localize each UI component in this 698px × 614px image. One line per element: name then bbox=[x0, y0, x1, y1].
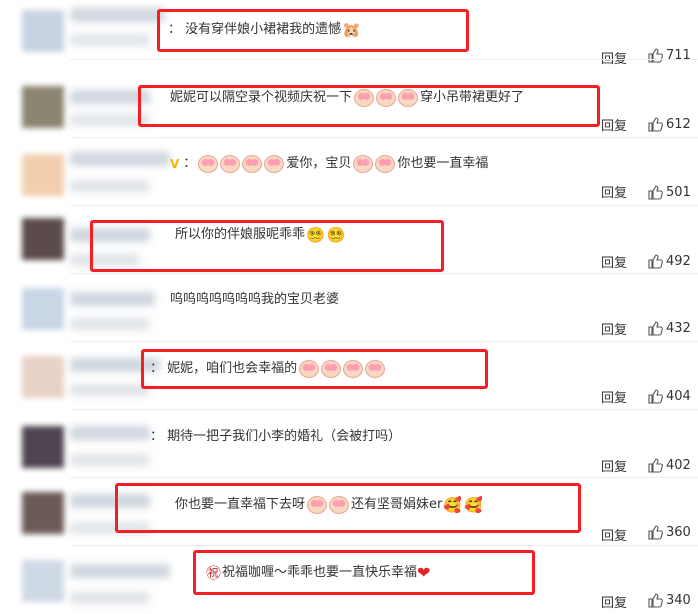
thumbs-up-icon bbox=[648, 48, 663, 63]
username-blurred[interactable] bbox=[70, 564, 170, 578]
like-button[interactable]: 402 bbox=[648, 458, 691, 473]
meta-blurred bbox=[70, 454, 150, 466]
thumbs-up-icon bbox=[648, 321, 663, 336]
comment-text: 所以你的伴娘服呢乖乖 😵‍💫 😵‍💫 bbox=[175, 226, 346, 244]
comment-text: ： 期待一把子我们小李的婚礼（会被打吗） bbox=[150, 429, 402, 444]
username-blurred[interactable] bbox=[70, 358, 160, 372]
comment-text: ： 妮妮，咱们也会幸福的 bbox=[150, 359, 387, 379]
reply-button[interactable]: 回复 bbox=[601, 592, 631, 611]
like-button[interactable]: 612 bbox=[648, 117, 691, 132]
vip-icon: V bbox=[170, 157, 180, 171]
username-blurred[interactable] bbox=[70, 292, 155, 306]
like-button[interactable]: 432 bbox=[648, 321, 691, 336]
avatar[interactable] bbox=[22, 154, 64, 196]
thumbs-up-icon bbox=[648, 389, 663, 404]
username-blurred[interactable] bbox=[70, 228, 150, 242]
thumbs-up-icon bbox=[648, 185, 663, 200]
reply-button[interactable]: 回复 bbox=[601, 456, 631, 475]
comment-text: 你也要一直幸福下去呀 还有坚哥娟妹er 🥰 🥰 bbox=[175, 496, 483, 514]
avatar[interactable] bbox=[22, 426, 64, 468]
reply-button[interactable]: 回复 bbox=[601, 319, 631, 338]
thumbs-up-icon bbox=[648, 117, 663, 132]
username-blurred[interactable] bbox=[70, 426, 150, 440]
avatar[interactable] bbox=[22, 356, 64, 398]
comment-row: 所以你的伴娘服呢乖乖 😵‍💫 😵‍💫 回复 492 bbox=[0, 206, 698, 274]
username-blurred[interactable] bbox=[70, 152, 170, 166]
meta-blurred bbox=[70, 180, 150, 192]
avatar[interactable] bbox=[22, 218, 64, 260]
like-button[interactable]: 404 bbox=[648, 389, 691, 404]
reply-button[interactable]: 回复 bbox=[601, 115, 631, 134]
meta-blurred bbox=[70, 254, 140, 266]
thumbs-up-icon bbox=[648, 525, 663, 540]
meta-blurred bbox=[70, 114, 150, 126]
thumbs-up-icon bbox=[648, 254, 663, 269]
comment-row: 你也要一直幸福下去呀 还有坚哥娟妹er 🥰 🥰 回复 360 bbox=[0, 478, 698, 546]
comment-row: ： 期待一把子我们小李的婚礼（会被打吗） 回复 402 bbox=[0, 410, 698, 478]
comment-row: 呜呜呜呜呜呜呜我的宝贝老婆 回复 432 bbox=[0, 274, 698, 342]
comment-row: ㊗ 祝福咖喱～乖乖也要一直快乐幸福 ❤ 回复 340 bbox=[0, 546, 698, 614]
comment-text: 妮妮可以隔空录个视频庆祝一下 穿小吊带裙更好了 bbox=[170, 89, 525, 107]
like-button[interactable]: 360 bbox=[648, 525, 691, 540]
meta-blurred bbox=[70, 318, 150, 330]
avatar[interactable] bbox=[22, 560, 64, 602]
heart-icon: ❤ bbox=[417, 563, 431, 582]
like-button[interactable]: 711 bbox=[648, 48, 691, 63]
meta-blurred bbox=[70, 592, 150, 604]
smiling-face-hearts-emoji: 🥰 bbox=[443, 496, 463, 514]
meta-blurred bbox=[70, 384, 150, 396]
reply-button[interactable]: 回复 bbox=[601, 525, 631, 544]
dizzy-face-emoji: 😵‍💫 bbox=[306, 226, 325, 244]
like-button[interactable]: 492 bbox=[648, 254, 691, 269]
meta-blurred bbox=[70, 522, 150, 534]
reply-button[interactable]: 回复 bbox=[601, 252, 631, 271]
comment-row: 妮妮可以隔空录个视频庆祝一下 穿小吊带裙更好了 回复 612 bbox=[0, 70, 698, 138]
like-button[interactable]: 501 bbox=[648, 185, 691, 200]
avatar[interactable] bbox=[22, 10, 64, 52]
comment-row: ： 妮妮，咱们也会幸福的 回复 404 bbox=[0, 342, 698, 410]
username-blurred[interactable] bbox=[70, 8, 165, 22]
reply-button[interactable]: 回复 bbox=[601, 387, 631, 406]
comment-text: ： 没有穿伴娘小裙裙我的遗憾 🐹 bbox=[168, 21, 361, 39]
red-badge-icon: ㊗ bbox=[206, 564, 222, 582]
divider bbox=[70, 59, 698, 60]
hamster-emoji: 🐹 bbox=[342, 21, 361, 39]
reply-button[interactable]: 回复 bbox=[601, 48, 631, 67]
comment-text: ㊗ 祝福咖喱～乖乖也要一直快乐幸福 ❤ bbox=[206, 563, 431, 582]
like-button[interactable]: 340 bbox=[648, 593, 691, 608]
comment-text: 呜呜呜呜呜呜呜我的宝贝老婆 bbox=[170, 292, 340, 307]
meta-blurred bbox=[70, 34, 150, 46]
avatar[interactable] bbox=[22, 288, 64, 330]
comment-row: ： 没有穿伴娘小裙裙我的遗憾 🐹 回复 711 bbox=[0, 0, 698, 67]
comment-row: V： 爱你，宝贝 你也要一直幸福 回复 501 bbox=[0, 138, 698, 206]
thumbs-up-icon bbox=[648, 458, 663, 473]
avatar[interactable] bbox=[22, 86, 64, 128]
thumbs-up-icon bbox=[648, 593, 663, 608]
comment-text: V： 爱你，宝贝 你也要一直幸福 bbox=[170, 154, 488, 174]
username-blurred[interactable] bbox=[70, 494, 150, 508]
username-blurred[interactable] bbox=[70, 90, 150, 104]
avatar[interactable] bbox=[22, 492, 64, 534]
reply-button[interactable]: 回复 bbox=[601, 182, 631, 201]
